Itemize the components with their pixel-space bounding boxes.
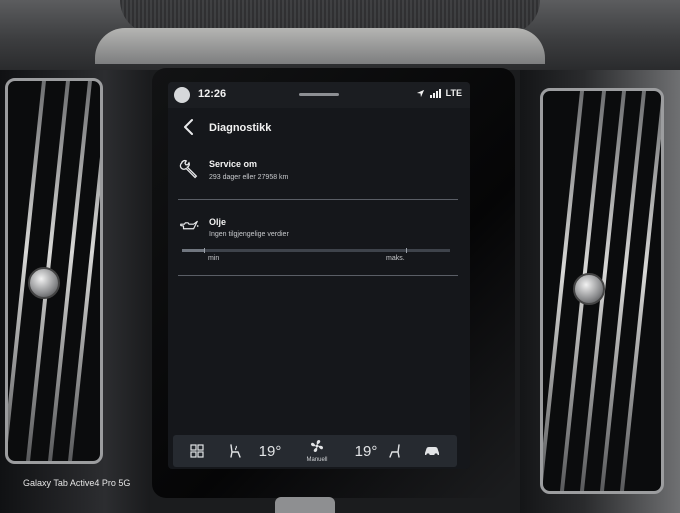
divider — [178, 199, 458, 200]
oil-can-icon — [180, 220, 199, 230]
oil-scale-min: min — [208, 255, 220, 262]
signal-bars-icon — [429, 88, 441, 98]
fan-icon[interactable] — [307, 435, 327, 457]
dashboard-trim — [95, 28, 545, 64]
avatar-icon[interactable] — [174, 87, 190, 103]
seat-heat-right-icon[interactable] — [385, 435, 405, 467]
service-title: Service om — [209, 159, 258, 169]
car-defrost-icon[interactable] — [419, 435, 445, 467]
status-bar: 12:26 LTE — [168, 82, 470, 108]
right-temperature[interactable]: 19° — [349, 435, 383, 467]
wrench-icon — [179, 159, 198, 179]
page-title: Diagnostikk — [209, 122, 272, 134]
climate-bar: 19° Manuell 19° — [173, 435, 457, 467]
page-header: Diagnostikk — [168, 110, 470, 146]
seat-heat-left-icon[interactable] — [225, 435, 245, 467]
vent-knob-right[interactable] — [573, 273, 605, 305]
oil-subtitle: Ingen tilgjengelige verdier — [209, 231, 289, 238]
fan-mode-label: Manuell — [306, 457, 328, 463]
vent-knob-left[interactable] — [28, 267, 60, 299]
network-type: LTE — [445, 88, 462, 98]
status-time: 12:26 — [198, 88, 227, 100]
service-subtitle: 293 dager eller 27958 km — [209, 174, 289, 181]
device-watermark: Galaxy Tab Active4 Pro 5G — [23, 478, 131, 488]
status-icons: LTE — [416, 88, 462, 98]
left-temperature[interactable]: 19° — [253, 435, 287, 467]
grid-icon[interactable] — [187, 435, 207, 467]
air-vent-right — [540, 88, 664, 494]
air-vent-left — [5, 78, 103, 464]
chevron-left-icon[interactable] — [182, 118, 196, 136]
oil-title: Olje — [209, 217, 227, 227]
oil-scale-max: maks. — [386, 255, 405, 262]
home-button[interactable] — [275, 497, 335, 513]
center-display: 12:26 LTE Diagnostikk Service om 293 dag… — [168, 82, 470, 469]
oil-level-bar — [182, 248, 450, 253]
pull-down-handle[interactable] — [299, 93, 339, 96]
navigation-arrow-icon — [416, 89, 424, 97]
divider — [178, 275, 458, 276]
